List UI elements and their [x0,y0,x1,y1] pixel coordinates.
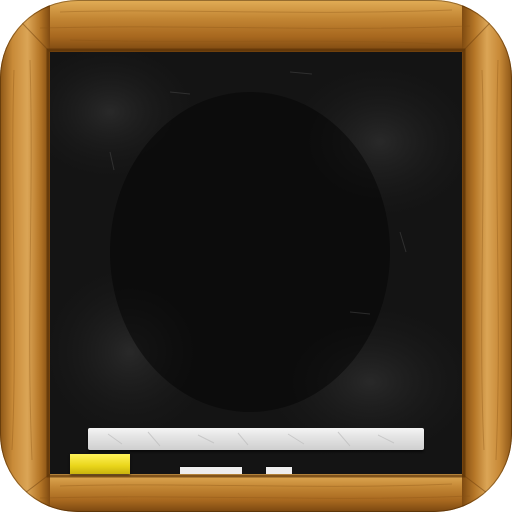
chalk-texture [107,431,395,447]
eraser-icon [70,454,130,474]
chalk-stick [88,428,424,450]
chalk-piece-short [266,467,292,474]
chalk-piece-long [180,467,242,474]
blackboard [50,52,462,474]
chalkboard-app-icon[interactable] [0,0,512,512]
chalk-smudges [50,52,462,474]
